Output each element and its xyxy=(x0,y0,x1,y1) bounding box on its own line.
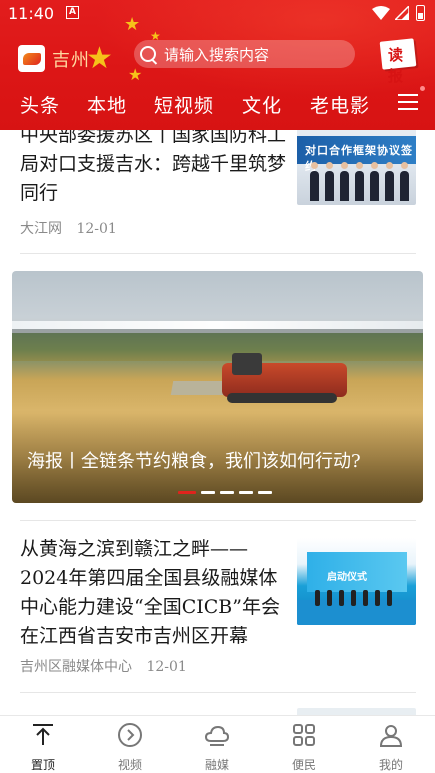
hero-carousel[interactable]: 海报丨全链条节约粮食，我们该如何行动? xyxy=(12,271,423,503)
divider xyxy=(20,692,416,693)
article-source: 大江网 xyxy=(20,221,62,237)
nav-label: 置顶 xyxy=(30,758,55,772)
divider xyxy=(20,253,416,254)
carousel-dot xyxy=(220,491,234,494)
bottom-nav: 置顶 视频 融媒 便民 我的 xyxy=(0,715,435,773)
carousel-dot xyxy=(201,491,215,494)
tab-headline[interactable]: 头条 xyxy=(20,91,60,118)
nav-label: 便民 xyxy=(291,758,316,772)
article-meta: 大江网 12-01 xyxy=(20,218,117,238)
list-item[interactable]: 从黄海之滨到赣江之畔——2024年第四届全国县级融媒体中心能力建设“全国CICB… xyxy=(20,535,416,685)
app-logo[interactable]: 吉州 ★ xyxy=(18,41,113,76)
menu-badge-dot xyxy=(420,86,425,91)
nav-item-services[interactable]: 便民 xyxy=(274,722,334,773)
news-feed[interactable]: 中央部委援苏区丨国家国防科工局对口支援吉水：跨越千里筑梦同行 大江网 12-01… xyxy=(0,130,435,715)
article-meta: 吉州区融媒体中心 12-01 xyxy=(20,656,187,676)
wifi-icon xyxy=(372,6,390,20)
hero-harvester xyxy=(170,353,347,405)
grid-icon xyxy=(293,724,315,746)
cloud-icon xyxy=(204,725,230,746)
hero-caption: 海报丨全链条节约粮食，我们该如何行动? xyxy=(27,451,361,472)
search-bar[interactable]: 请输入搜索内容 xyxy=(134,40,355,68)
tab-old-movies[interactable]: 老电影 xyxy=(310,91,370,118)
logo-badge-icon xyxy=(18,45,45,72)
tab-local[interactable]: 本地 xyxy=(87,91,127,118)
nav-item-media[interactable]: 融媒 xyxy=(187,722,247,773)
signal-icon xyxy=(395,6,409,20)
status-bar: 11:40 A xyxy=(0,0,435,28)
status-time: 11:40 xyxy=(8,4,55,23)
logo-text: 吉州 xyxy=(52,49,90,71)
carousel-dot xyxy=(258,491,272,494)
carousel-indicator xyxy=(178,491,272,494)
read-newspaper-button[interactable]: 读报 xyxy=(377,37,417,85)
star-decoration: ★ xyxy=(128,65,143,84)
article-thumbnail: 启动仪式 xyxy=(297,538,416,625)
tab-culture[interactable]: 文化 xyxy=(242,91,282,118)
carousel-dot-active xyxy=(178,491,196,494)
nav-item-profile[interactable]: 我的 xyxy=(361,722,421,773)
article-title: 从黄海之滨到赣江之畔——2024年第四届全国县级融媒体中心能力建设“全国CICB… xyxy=(20,538,280,647)
article-date: 12-01 xyxy=(146,659,187,675)
nav-label: 融媒 xyxy=(204,758,229,772)
nav-label: 我的 xyxy=(378,758,403,772)
thumb-screen-text: 启动仪式 xyxy=(327,572,367,583)
hero-train xyxy=(12,321,423,329)
play-circle-icon xyxy=(118,723,142,747)
battery-icon xyxy=(416,5,425,21)
read-newspaper-label: 读报 xyxy=(388,46,404,85)
article-source: 吉州区融媒体中心 xyxy=(20,659,132,675)
article-thumbnail: 对口合作框架协议签约 xyxy=(297,130,416,205)
divider xyxy=(20,520,416,521)
tab-short-video[interactable]: 短视频 xyxy=(154,91,214,118)
logo-star-icon: ★ xyxy=(86,41,113,76)
nav-item-video[interactable]: 视频 xyxy=(100,722,160,773)
top-arrow-icon xyxy=(33,724,53,745)
thumb-banner-text: 对口合作框架协议签约 xyxy=(305,144,413,173)
article-title: 中央部委援苏区丨国家国防科工局对口支援吉水：跨越千里筑梦同行 xyxy=(20,130,287,204)
user-icon xyxy=(379,725,403,747)
list-item[interactable]: 中央部委援苏区丨国家国防科工局对口支援吉水：跨越千里筑梦同行 大江网 12-01… xyxy=(20,130,416,243)
channel-menu-icon[interactable] xyxy=(398,94,418,111)
nav-label: 视频 xyxy=(117,758,142,772)
nav-item-top[interactable]: 置顶 xyxy=(13,722,73,773)
notification-icon: A xyxy=(66,6,79,19)
search-icon xyxy=(140,46,156,62)
search-placeholder: 请输入搜索内容 xyxy=(164,45,270,64)
app-header: ★ ★ ★ 11:40 A 吉州 ★ 请输入搜索内容 读报 头条 本地 短视频 … xyxy=(0,0,435,130)
carousel-dot xyxy=(239,491,253,494)
article-thumbnail xyxy=(297,708,416,715)
article-date: 12-01 xyxy=(76,221,117,237)
channel-tabs: 头条 本地 短视频 文化 老电影 xyxy=(0,86,435,124)
